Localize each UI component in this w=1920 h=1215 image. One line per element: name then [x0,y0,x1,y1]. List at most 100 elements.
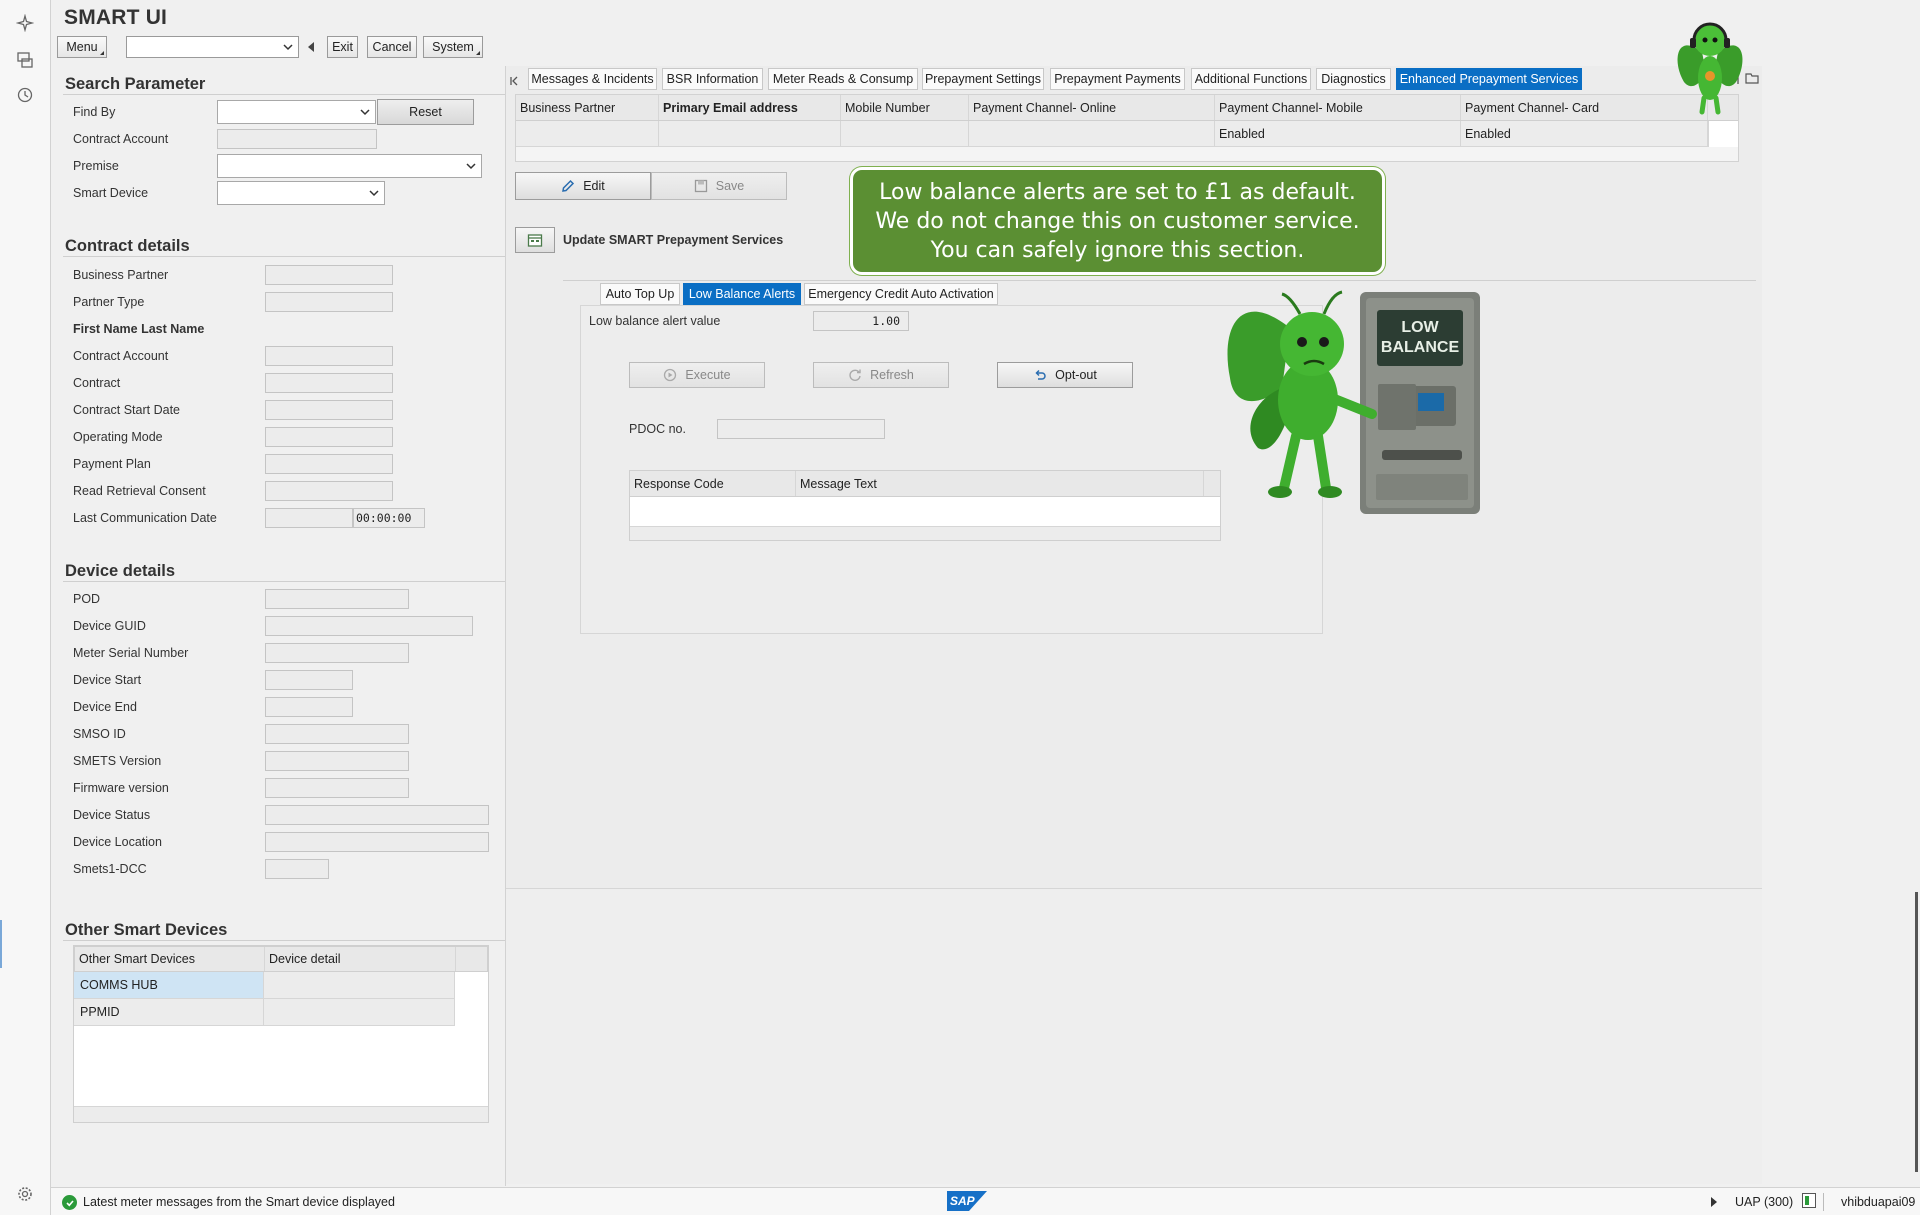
tab-diagnostics[interactable]: Diagnostics [1316,68,1391,90]
expand-status-icon[interactable] [1711,1197,1717,1207]
history-icon[interactable] [14,84,36,106]
table-cell [659,121,841,146]
response-table: Response Code Message Text [629,470,1221,541]
table-cell [841,121,969,146]
contract-account-input[interactable] [217,129,377,149]
execute-button-label: Execute [685,368,731,382]
tab-meter-reads[interactable]: Meter Reads & Consump [768,68,918,90]
divider [63,256,505,257]
column-header: Device detail [265,947,456,971]
sparkle-icon[interactable] [14,12,36,34]
partner-type-label: Partner Type [73,295,145,309]
last-communication-date-field [265,508,353,528]
system-info: UAP (300) [1735,1195,1794,1209]
session-icon[interactable] [1802,1193,1816,1208]
other-smart-devices-title: Other Smart Devices [65,921,228,939]
smets-version-label: SMETS Version [73,754,162,768]
tab-bsr-information[interactable]: BSR Information [662,68,763,90]
column-header: Payment Channel- Card [1461,95,1708,120]
device-location-field [265,832,489,852]
device-location-label: Device Location [73,835,162,849]
table-cell [969,121,1215,146]
tab-messages-incidents[interactable]: Messages & Incidents [528,68,657,90]
device-guid-field [265,616,473,636]
settings-gear-icon[interactable] [14,1183,36,1205]
table-cell [264,972,455,998]
smets1-dcc-label: Smets1-DCC [73,862,147,876]
table-footer [630,526,1220,540]
premise-label: Premise [73,159,119,173]
floppy-disk-icon [694,179,707,193]
menu-button[interactable]: Menu [57,36,107,58]
tab-prepayment-payments[interactable]: Prepayment Payments [1050,68,1185,90]
divider [1823,1193,1824,1211]
subtab-auto-top-up[interactable]: Auto Top Up [600,283,680,305]
contract-details-title: Contract details [65,237,190,255]
opt-out-button[interactable]: Opt-out [997,362,1133,388]
chevron-down-icon [283,44,293,51]
undo-icon [1035,369,1046,380]
find-by-select[interactable] [217,100,376,124]
smso-id-field [265,724,409,744]
table-cell [264,999,455,1025]
table-row[interactable]: PPMID [74,999,455,1026]
refresh-icon [849,369,861,381]
tab-enhanced-prepayment-services[interactable]: Enhanced Prepayment Services [1396,68,1582,90]
update-services-toggle-button[interactable] [515,227,555,253]
first-last-name-label: First Name Last Name [73,322,205,336]
meter-serial-number-label: Meter Serial Number [73,646,189,660]
tab-prepayment-settings[interactable]: Prepayment Settings [922,68,1044,90]
table-row[interactable]: Enabled Enabled [516,121,1708,147]
refresh-button: Refresh [813,362,949,388]
contract-label: Contract [73,376,121,390]
last-communication-date-label: Last Communication Date [73,511,217,525]
first-tab-icon[interactable] [509,74,519,86]
column-header: Business Partner [516,95,659,120]
operating-mode-label: Operating Mode [73,430,163,444]
table-row[interactable]: COMMS HUB [74,972,455,999]
column-header: Mobile Number [841,95,969,120]
reset-button[interactable]: Reset [377,99,474,125]
cancel-button[interactable]: Cancel [367,36,417,58]
assistant-mascot [1672,12,1748,116]
low-balance-alert-value-field: 1.00 [813,311,909,331]
opt-out-button-label: Opt-out [1055,368,1097,382]
contract-start-date-field [265,400,393,420]
info-callout: Low balance alerts are set to £1 as defa… [850,167,1385,275]
firmware-version-label: Firmware version [73,781,169,795]
enhanced-prepayment-grid: Business Partner Primary Email address M… [515,94,1739,162]
transaction-combo[interactable] [126,36,299,58]
smets-version-field [265,751,409,771]
pdoc-no-field [717,419,885,439]
smets1-dcc-field [265,859,329,879]
table-header: Response Code Message Text [630,471,1220,497]
system-button[interactable]: System [423,36,483,58]
edit-button[interactable]: Edit [515,172,651,200]
exit-button[interactable]: Exit [327,36,358,58]
last-communication-time-field: 00:00:00 [353,508,425,528]
vertical-scrollbar[interactable] [1915,892,1918,1172]
butterfly-mascot-image [1677,22,1743,115]
atm-screen-line-1: LOW [1401,319,1439,336]
find-by-label: Find By [73,105,116,119]
device-end-label: Device End [73,700,137,714]
callout-line-2: We do not change this on customer servic… [875,209,1360,234]
column-header: Other Smart Devices [75,947,265,971]
contract-account-detail-label: Contract Account [73,349,169,363]
smart-device-select[interactable] [217,181,385,205]
chevron-down-icon [466,163,476,170]
right-lower-area [506,888,1762,1184]
tab-additional-functions[interactable]: Additional Functions [1191,68,1311,90]
table-cell: COMMS HUB [74,972,264,998]
subtab-emergency-credit-auto-activation[interactable]: Emergency Credit Auto Activation [804,283,998,305]
callout-line-1: Low balance alerts are set to £1 as defa… [879,180,1356,205]
back-arrow-icon[interactable] [308,42,314,52]
chevron-down-icon [369,190,379,197]
premise-select[interactable] [217,154,482,178]
save-button-label: Save [715,179,745,193]
partner-type-field [265,292,393,312]
subtab-low-balance-alerts[interactable]: Low Balance Alerts [683,283,801,305]
dashboard-icon[interactable] [14,49,36,71]
update-services-title: Update SMART Prepayment Services [563,233,784,247]
device-status-field [265,805,489,825]
